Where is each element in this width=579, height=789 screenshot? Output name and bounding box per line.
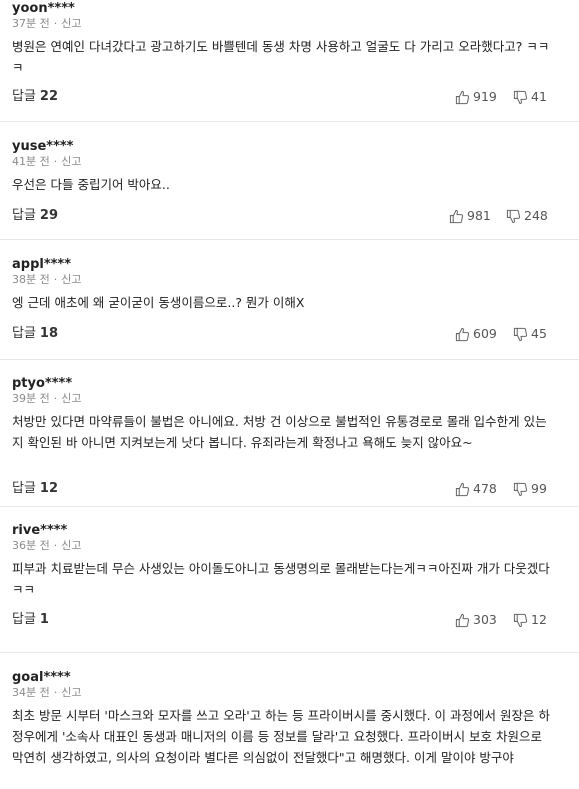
report-link[interactable]: 신고 [61, 392, 81, 405]
dislike-count: 12 [531, 612, 547, 627]
like-button[interactable]: 919 [455, 88, 497, 106]
comment-text: 처방만 있다면 마약류들이 불법은 아니에요. 처방 건 이상으로 불법적인 유… [12, 414, 547, 450]
thumbs-up-icon [455, 613, 470, 627]
report-link[interactable]: 신고 [61, 273, 81, 286]
comment-item: goal**** 34분 전 · 신고 최초 방문 시부터 '마스크와 모자를 쓰고… [0, 653, 579, 789]
separator-dot: · [53, 273, 58, 286]
thumbs-down-icon [513, 482, 528, 496]
reply-label: 답글 [12, 326, 36, 341]
like-button[interactable]: 981 [449, 207, 491, 225]
thumbs-up-icon [455, 327, 470, 341]
comment-time: 34분 전 [12, 686, 50, 699]
comment-item: appl**** 38분 전 · 신고 엥 근데 애초에 왜 굳이굳이 동생이름으로… [0, 240, 579, 360]
report-link[interactable]: 신고 [61, 539, 81, 552]
comment-time: 39분 전 [12, 392, 50, 405]
reply-label: 답글 [12, 481, 36, 496]
dislike-count: 41 [531, 89, 547, 104]
dislike-button[interactable]: 12 [513, 611, 547, 629]
comment-time: 36분 전 [12, 539, 50, 552]
thumbs-down-icon [513, 613, 528, 627]
comment-author[interactable]: appl**** [12, 257, 71, 273]
reply-count: 12 [39, 481, 59, 496]
comment-text: 엥 근데 애초에 왜 굳이굳이 동생이름으로..? 뭔가 이해X [12, 295, 305, 310]
reply-label: 답글 [12, 89, 36, 104]
reply-count: 29 [39, 208, 59, 223]
reply-count: 18 [39, 326, 59, 341]
like-button[interactable]: 609 [455, 325, 497, 343]
like-count: 478 [473, 481, 497, 496]
dislike-button[interactable]: 41 [513, 88, 547, 106]
comment-list: yoon**** 37분 전 · 신고 병원은 연예인 다녀갔다고 광고하기도 바쁠… [0, 0, 579, 789]
comment-text: 최초 방문 시부터 '마스크와 모자를 쓰고 오라'고 하는 등 프라이버시를 … [12, 708, 550, 765]
like-button[interactable]: 303 [455, 611, 497, 629]
comment-meta: 38분 전 · 신고 [12, 273, 81, 287]
thumbs-down-icon [506, 209, 521, 223]
dislike-button[interactable]: 248 [506, 207, 548, 225]
comment-item: yoon**** 37분 전 · 신고 병원은 연예인 다녀갔다고 광고하기도 바쁠… [0, 0, 579, 122]
comment-text: 피부과 치료받는데 무슨 사생있는 아이돌도아니고 동생명의로 몰래받는다는게ㅋ… [12, 561, 550, 597]
reply-count: 1 [39, 612, 49, 627]
reply-button[interactable]: 답글 22 [12, 88, 58, 106]
separator-dot: · [53, 17, 58, 30]
comment-author[interactable]: yuse**** [12, 139, 73, 155]
comment-author[interactable]: goal**** [12, 670, 71, 686]
like-count: 981 [467, 208, 491, 223]
like-count: 609 [473, 326, 497, 341]
separator-dot: · [53, 539, 58, 552]
reply-button[interactable]: 답글 18 [12, 325, 58, 343]
comment-text: 우선은 다들 중립기어 박아요.. [12, 177, 170, 192]
comment-meta: 37분 전 · 신고 [12, 17, 81, 31]
like-count: 919 [473, 89, 497, 104]
comment-text: 병원은 연예인 다녀갔다고 광고하기도 바쁠텐데 동생 차명 사용하고 얼굴도 … [12, 39, 550, 75]
reply-count: 22 [39, 89, 59, 104]
dislike-count: 248 [524, 208, 548, 223]
comment-time: 38분 전 [12, 273, 50, 286]
report-link[interactable]: 신고 [61, 155, 81, 168]
dislike-button[interactable]: 45 [513, 325, 547, 343]
comment-author[interactable]: ptyo**** [12, 376, 72, 392]
separator-dot: · [53, 155, 58, 168]
comment-time: 41분 전 [12, 155, 50, 168]
comment-meta: 41분 전 · 신고 [12, 155, 81, 169]
comment-item: ptyo**** 39분 전 · 신고 처방만 있다면 마약류들이 불법은 아니에요… [0, 360, 579, 507]
reply-button[interactable]: 답글 29 [12, 207, 58, 225]
like-button[interactable]: 478 [455, 480, 497, 498]
report-link[interactable]: 신고 [61, 686, 81, 699]
comment-meta: 34분 전 · 신고 [12, 686, 81, 700]
comment-meta: 39분 전 · 신고 [12, 392, 81, 406]
thumbs-up-icon [455, 482, 470, 496]
comment-author[interactable]: rive**** [12, 523, 67, 539]
comment-time: 37분 전 [12, 17, 50, 30]
dislike-button[interactable]: 99 [513, 480, 547, 498]
separator-dot: · [53, 686, 58, 699]
thumbs-up-icon [449, 209, 464, 223]
reply-button[interactable]: 답글 12 [12, 480, 58, 498]
reply-button[interactable]: 답글 1 [12, 611, 49, 629]
comment-item: rive**** 36분 전 · 신고 피부과 치료받는데 무슨 사생있는 아이돌도… [0, 507, 579, 653]
like-count: 303 [473, 612, 497, 627]
separator-dot: · [53, 392, 58, 405]
comment-author[interactable]: yoon**** [12, 1, 75, 17]
thumbs-down-icon [513, 90, 528, 104]
comment-meta: 36분 전 · 신고 [12, 539, 81, 553]
comment-item: yuse**** 41분 전 · 신고 우선은 다들 중립기어 박아요.. 답글 29… [0, 122, 579, 240]
reply-label: 답글 [12, 208, 36, 223]
dislike-count: 99 [531, 481, 547, 496]
dislike-count: 45 [531, 326, 547, 341]
thumbs-down-icon [513, 327, 528, 341]
reply-label: 답글 [12, 612, 36, 627]
thumbs-up-icon [455, 90, 470, 104]
report-link[interactable]: 신고 [61, 17, 81, 30]
